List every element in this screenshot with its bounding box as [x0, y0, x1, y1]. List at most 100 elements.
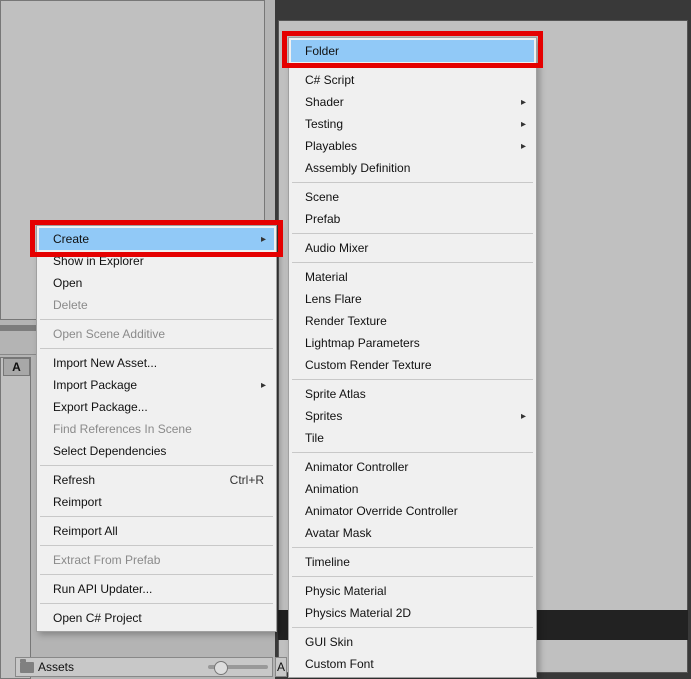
menu-item-animator-override-controller[interactable]: Animator Override Controller [291, 500, 534, 522]
menu-item-show-in-explorer[interactable]: Show in Explorer [39, 250, 274, 272]
menu-item-timeline[interactable]: Timeline [291, 551, 534, 573]
menu-item-physics-material-2d[interactable]: Physics Material 2D [291, 602, 534, 624]
menu-item-refresh[interactable]: Refresh Ctrl+R [39, 469, 274, 491]
menu-item-reimport-all[interactable]: Reimport All [39, 520, 274, 542]
menu-item-label: Playables [305, 139, 357, 153]
menu-item-audio-mixer[interactable]: Audio Mixer [291, 237, 534, 259]
menu-item-label: Audio Mixer [305, 241, 368, 255]
menu-item-physic-material[interactable]: Physic Material [291, 580, 534, 602]
menu-item-label: Assembly Definition [305, 161, 410, 175]
chevron-right-icon: ▸ [261, 234, 266, 245]
menu-item-label: Select Dependencies [53, 444, 166, 458]
menu-item-label: C# Script [305, 73, 354, 87]
menu-separator [40, 516, 273, 517]
menu-item-label: Prefab [305, 212, 340, 226]
menu-item-reimport[interactable]: Reimport [39, 491, 274, 513]
menu-item-label: Animator Override Controller [305, 504, 458, 518]
chevron-right-icon: ▸ [521, 141, 526, 152]
menu-item-open-csharp-project[interactable]: Open C# Project [39, 607, 274, 629]
menu-item-open[interactable]: Open [39, 272, 274, 294]
menu-item-label: Find References In Scene [53, 422, 192, 436]
chevron-right-icon: ▸ [521, 411, 526, 422]
menu-separator [292, 65, 533, 66]
menu-item-label: Import Package [53, 378, 137, 392]
menu-item-material[interactable]: Material [291, 266, 534, 288]
menu-item-label: Reimport All [53, 524, 118, 538]
menu-separator [292, 379, 533, 380]
menu-item-label: Physic Material [305, 584, 386, 598]
menu-item-label: Physics Material 2D [305, 606, 411, 620]
menu-item-label: Tile [305, 431, 324, 445]
menu-item-prefab[interactable]: Prefab [291, 208, 534, 230]
menu-item-label: Sprites [305, 409, 342, 423]
menu-separator [292, 576, 533, 577]
assets-breadcrumb[interactable]: Assets [15, 657, 273, 677]
menu-item-select-dependencies[interactable]: Select Dependencies [39, 440, 274, 462]
menu-item-label: Show in Explorer [53, 254, 144, 268]
menu-item-custom-font[interactable]: Custom Font [291, 653, 534, 675]
footer-right-label: A [277, 660, 285, 674]
menu-item-label: Animator Controller [305, 460, 408, 474]
chevron-right-icon: ▸ [521, 119, 526, 130]
menu-item-avatar-mask[interactable]: Avatar Mask [291, 522, 534, 544]
menu-separator [40, 319, 273, 320]
thumbnail-size-slider[interactable] [208, 665, 268, 669]
menu-item-label: Delete [53, 298, 88, 312]
menu-item-label: Run API Updater... [53, 582, 152, 596]
menu-item-label: Lens Flare [305, 292, 362, 306]
menu-item-find-references: Find References In Scene [39, 418, 274, 440]
menu-item-custom-render-texture[interactable]: Custom Render Texture [291, 354, 534, 376]
menu-item-label: Folder [305, 44, 339, 58]
menu-item-shader[interactable]: Shader ▸ [291, 91, 534, 113]
menu-item-assembly-definition[interactable]: Assembly Definition [291, 157, 534, 179]
project-panel: A [0, 357, 31, 679]
menu-item-import-package[interactable]: Import Package ▸ [39, 374, 274, 396]
menu-item-label: Open C# Project [53, 611, 142, 625]
menu-item-label: Create [53, 232, 89, 246]
menu-item-import-new-asset[interactable]: Import New Asset... [39, 352, 274, 374]
footer-right-cell: A [275, 657, 287, 677]
menu-item-animator-controller[interactable]: Animator Controller [291, 456, 534, 478]
menu-item-render-texture[interactable]: Render Texture [291, 310, 534, 332]
menu-item-testing[interactable]: Testing ▸ [291, 113, 534, 135]
menu-item-tile[interactable]: Tile [291, 427, 534, 449]
menu-item-label: Scene [305, 190, 339, 204]
menu-item-csharp-script[interactable]: C# Script [291, 69, 534, 91]
menu-item-label: Reimport [53, 495, 102, 509]
menu-item-label: Testing [305, 117, 343, 131]
menu-item-animation[interactable]: Animation [291, 478, 534, 500]
menu-item-label: Shader [305, 95, 344, 109]
menu-item-extract-from-prefab: Extract From Prefab [39, 549, 274, 571]
menu-item-label: Lightmap Parameters [305, 336, 420, 350]
menu-item-export-package[interactable]: Export Package... [39, 396, 274, 418]
menu-item-folder[interactable]: Folder [291, 40, 534, 62]
menu-item-label: Timeline [305, 555, 350, 569]
menu-item-label: Custom Render Texture [305, 358, 432, 372]
assets-context-menu: Create ▸ Show in Explorer Open Delete Op… [36, 225, 277, 632]
menu-separator [292, 452, 533, 453]
menu-separator [292, 627, 533, 628]
chevron-right-icon: ▸ [261, 380, 266, 391]
menu-separator [40, 348, 273, 349]
project-tab[interactable]: A [3, 358, 30, 376]
menu-item-sprite-atlas[interactable]: Sprite Atlas [291, 383, 534, 405]
menu-item-run-api-updater[interactable]: Run API Updater... [39, 578, 274, 600]
menu-item-label: Export Package... [53, 400, 148, 414]
menu-item-gui-skin[interactable]: GUI Skin [291, 631, 534, 653]
menu-item-label: Open [53, 276, 82, 290]
menu-item-label: Open Scene Additive [53, 327, 165, 341]
menu-separator [292, 182, 533, 183]
menu-item-scene[interactable]: Scene [291, 186, 534, 208]
menu-item-label: Avatar Mask [305, 526, 371, 540]
create-submenu: Folder C# Script Shader ▸ Testing ▸ Play… [288, 37, 537, 678]
menu-item-lens-flare[interactable]: Lens Flare [291, 288, 534, 310]
menu-separator [40, 545, 273, 546]
menu-separator [292, 547, 533, 548]
menu-item-playables[interactable]: Playables ▸ [291, 135, 534, 157]
menu-item-label: Render Texture [305, 314, 387, 328]
menu-separator [40, 603, 273, 604]
menu-item-create[interactable]: Create ▸ [39, 228, 274, 250]
menu-item-sprites[interactable]: Sprites ▸ [291, 405, 534, 427]
menu-item-open-scene-additive: Open Scene Additive [39, 323, 274, 345]
menu-item-lightmap-parameters[interactable]: Lightmap Parameters [291, 332, 534, 354]
